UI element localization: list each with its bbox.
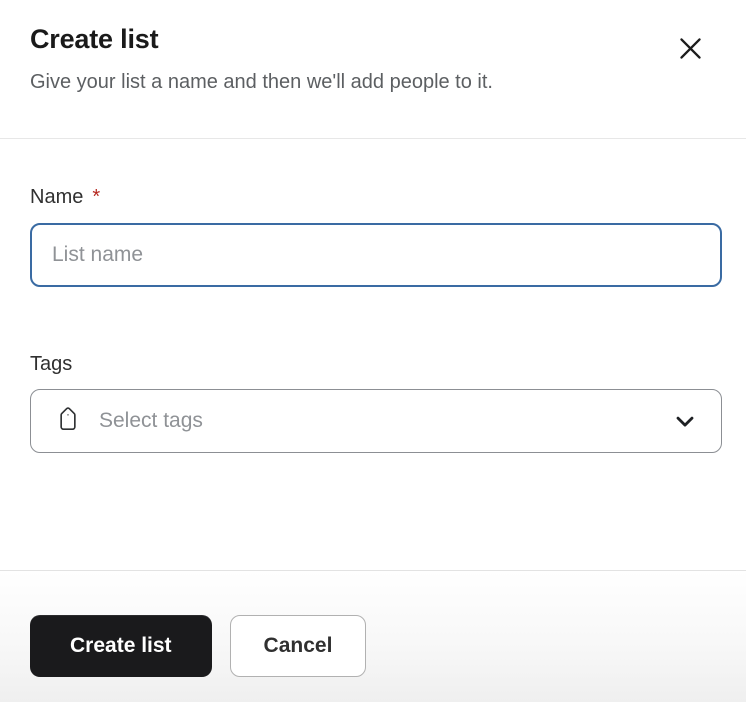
cancel-button[interactable]: Cancel <box>229 615 367 677</box>
list-name-input[interactable] <box>30 223 722 287</box>
close-button[interactable] <box>672 30 708 66</box>
name-field-group: Name * <box>30 185 722 287</box>
modal-body: Name * Tags Select tags <box>0 139 746 570</box>
create-list-button[interactable]: Create list <box>30 615 212 677</box>
tag-icon <box>53 406 83 436</box>
modal-header: Create list Give your list a name and th… <box>0 0 746 139</box>
tags-field-group: Tags Select tags <box>30 352 722 453</box>
page-title: Create list <box>30 24 159 54</box>
tags-label-row: Tags <box>30 352 722 377</box>
close-icon <box>675 33 706 64</box>
name-label: Name <box>30 186 84 208</box>
tags-select-placeholder: Select tags <box>99 409 203 432</box>
modal-footer: Create list Cancel <box>0 570 746 702</box>
tags-select[interactable]: Select tags <box>30 389 722 453</box>
create-list-modal: Create list Give your list a name and th… <box>0 0 746 702</box>
modal-subtitle: Give your list a name and then we'll add… <box>30 71 493 93</box>
name-label-row: Name * <box>30 185 722 210</box>
required-asterisk: * <box>92 186 101 208</box>
chevron-down-icon <box>671 407 699 435</box>
tags-label: Tags <box>30 353 73 375</box>
